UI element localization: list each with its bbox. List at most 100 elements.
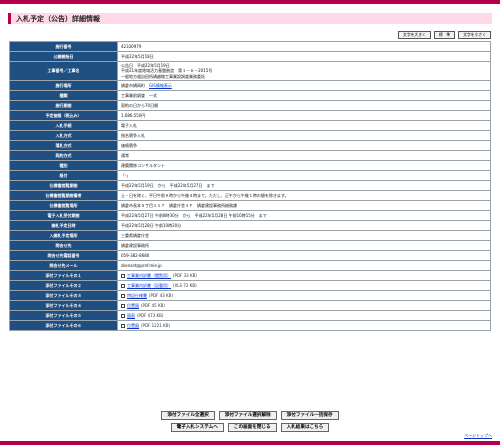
attachment-size: (PDF 43 KB) xyxy=(149,292,173,298)
font-size-large-button[interactable]: 文字を大きく xyxy=(398,31,431,39)
value-text: 鍋倉建設事務所 xyxy=(121,242,149,248)
navigation-button-row: 電子入札システムへ この画面を閉じる 入札結果はこちら xyxy=(0,423,500,432)
row-label: 工事番号／工事名 xyxy=(9,61,118,81)
row-label: 添付ファイルその５ xyxy=(9,310,118,321)
row-label: 開札予定日時 xyxy=(9,220,118,231)
attachment-link[interactable]: 工事業内訳書（閲覧用） xyxy=(127,273,171,278)
row-value: 位置図 (PDF 45 KB) xyxy=(117,300,491,311)
row-label: 仕様書閲覧場所 xyxy=(9,200,118,211)
attachment-checkbox[interactable] xyxy=(121,323,125,328)
attachment-link[interactable]: 位置図 xyxy=(127,303,139,308)
attachment-link[interactable]: 図面 xyxy=(127,313,135,318)
gis-info-link[interactable]: GIS情報表示 xyxy=(149,83,172,88)
row-label: 入札手続 xyxy=(9,120,118,131)
row-value: 契約の日から70日間 xyxy=(117,100,491,111)
row-label: 格付 xyxy=(9,170,118,181)
close-screen-button[interactable]: この画面を閉じる xyxy=(227,423,277,432)
value-text: 鍋倉市長本５丁目１１７ 鍋倉庁舎３Ｆ 鍋倉建設事務所総務課 xyxy=(121,202,237,208)
value-text: 指名競争入札 xyxy=(121,132,145,138)
row-value: 価格競争 xyxy=(117,140,491,151)
row-label: 問合せ先メール xyxy=(9,260,118,271)
row-value: 鍋倉市長本５丁目１１７ 鍋倉庁舎３Ｆ 鍋倉建設事務所総務課 xyxy=(117,200,491,211)
detail-row: 入札方式 指名競争入札 xyxy=(9,130,491,141)
value-text: 平成22年5月28日 午前10時20分 xyxy=(121,222,182,228)
value-text: 工事業前調査 一式 xyxy=(121,92,157,98)
page-title-bar: 入札予定（公告）詳細情報 xyxy=(8,13,492,24)
row-label: 問合せ先 xyxy=(9,240,118,251)
value-text: 三重県鍋倉庁舎 xyxy=(121,232,149,238)
detail-row: 種別 建築関係コンサルタント xyxy=(9,160,491,171)
select-all-attachments-button[interactable]: 添付ファイル全選択 xyxy=(161,411,215,420)
row-value: 公告日 平成22年5月19日 平成21年度地域活力基盤創造 第１－６－2015号一… xyxy=(117,61,491,81)
row-label: 仕様書閲覧期間 xyxy=(9,180,118,191)
detail-row: 格付 「-」 xyxy=(9,170,491,181)
row-value: 工事業前調査 一式 xyxy=(117,90,491,101)
deselect-attachments-button[interactable]: 添付ファイル選択解除 xyxy=(218,411,277,420)
detail-row: 添付ファイルその４ 位置図 (PDF 45 KB) xyxy=(9,300,491,311)
detail-row: 添付ファイルその３ 特記仕様書 (PDF 43 KB) xyxy=(9,290,491,301)
row-value: 平成22年5月27日 午前8時30分 から 平成22年5月28日 午前10時15… xyxy=(117,210,491,221)
row-value: 059-382-8680 xyxy=(117,250,491,261)
value-text: 契約の日から70日間 xyxy=(121,102,159,108)
detail-table: 施行番号 42330979 公開開始日 平成22年5月18日 工事番号／工事名 公告日 平… xyxy=(9,41,491,331)
detail-row: 入開札予定場所 三重県鍋倉庁舎 xyxy=(9,230,491,241)
value-text: 1,686,550円 xyxy=(121,112,146,118)
row-label: 種別 xyxy=(9,160,118,171)
row-value: 三重県鍋倉庁舎 xyxy=(117,230,491,241)
attachment-size: (PDF 473 KB) xyxy=(137,312,164,318)
row-label: 添付ファイルその１ xyxy=(9,270,118,281)
row-label: 問合せ先電話番号 xyxy=(9,250,118,261)
row-value: 建築関係コンサルタント xyxy=(117,160,491,171)
attachment-button-row: 添付ファイル全選択 添付ファイル選択解除 添付ファイル一括保存 xyxy=(0,411,500,420)
page-top-link[interactable]: ページトップへ xyxy=(464,433,492,439)
row-value: 土・日を除く、平日午前９時から午後４時まで。ただし、正午から午後１時の間を除きま… xyxy=(117,190,491,201)
attachment-checkbox[interactable] xyxy=(121,313,125,318)
font-size-small-button[interactable]: 文字を小さく xyxy=(458,31,491,39)
detail-row: 施行場所 鍋倉市鍋岡町 GIS情報表示 xyxy=(9,80,491,91)
value-text: 平成22年5月19日 から 平成22年5月27日 まで xyxy=(121,182,215,188)
row-label: 入札方式 xyxy=(9,130,118,141)
row-value: 平成22年5月19日 から 平成22年5月27日 まで xyxy=(117,180,491,191)
font-size-standard-button[interactable]: 標 準 xyxy=(433,31,456,39)
attachment-size: (XLS 72 KB) xyxy=(173,282,197,288)
value-text: 土・日を除く、平日午前９時から午後４時まで。ただし、正午から午後１時の間を除きま… xyxy=(121,192,289,198)
bid-results-button[interactable]: 入札結果はこちら xyxy=(280,423,330,432)
detail-row: 添付ファイルその５ 図面 (PDF 473 KB) xyxy=(9,310,491,321)
save-all-attachments-button[interactable]: 添付ファイル一括保存 xyxy=(280,411,339,420)
detail-row: 入札手続 電子入札 xyxy=(9,120,491,131)
row-label: 予定価格（税込み） xyxy=(9,110,118,121)
row-label: 添付ファイルその６ xyxy=(9,320,118,331)
attachment-link[interactable]: 工事業内訳書（記載用） xyxy=(127,283,171,288)
row-label: 添付ファイルその３ xyxy=(9,290,118,301)
detail-row: 仕様書閲覧場所 鍋倉市長本５丁目１１７ 鍋倉庁舎３Ｆ 鍋倉建設事務所総務課 xyxy=(9,200,491,211)
row-value: 位置図 (PDF 1221 KB) xyxy=(117,320,491,331)
detail-row: 問合せ先電話番号 059-382-8680 xyxy=(9,250,491,261)
detail-row: 電子入札受付期間 平成22年5月27日 午前8時30分 から 平成22年5月28日… xyxy=(9,210,491,221)
attachment-checkbox[interactable] xyxy=(121,303,125,308)
attachment-checkbox[interactable] xyxy=(121,283,125,288)
value-text: 価格競争 xyxy=(121,142,137,148)
row-label: 仕様書閲覧期間備考 xyxy=(9,190,118,201)
attachment-link[interactable]: 特記仕様書 xyxy=(127,293,147,298)
row-value: 42330979 xyxy=(117,41,491,52)
detail-row: 添付ファイルその１ 工事業内訳書（閲覧用） (PDF 33 KB) xyxy=(9,270,491,281)
detail-row: 添付ファイルその６ 位置図 (PDF 1221 KB) xyxy=(9,320,491,331)
value-text: 059-382-8680 xyxy=(121,253,150,258)
detail-row: 契約方式 通常 xyxy=(9,150,491,161)
value-text: 42330979 xyxy=(121,44,142,49)
row-value: 1,686,550円 xyxy=(117,110,491,121)
attachment-link[interactable]: 位置図 xyxy=(127,323,139,328)
detail-row: 工事番号／工事名 公告日 平成22年5月19日 平成21年度地域活力基盤創造 第１－… xyxy=(9,61,491,81)
detail-row: 公開開始日 平成22年5月18日 xyxy=(9,51,491,62)
row-label: 電子入札受付期間 xyxy=(9,210,118,221)
row-label: 施行期間 xyxy=(9,100,118,111)
attachment-checkbox[interactable] xyxy=(121,293,125,298)
attachment-checkbox[interactable] xyxy=(121,273,125,278)
row-label: 添付ファイルその４ xyxy=(9,300,118,311)
row-label: 落札方式 xyxy=(9,140,118,151)
row-label: 添付ファイルその２ xyxy=(9,280,118,291)
value-line: 一般地方道自田所鍋越線工事業設調査業務委託 xyxy=(121,73,205,79)
e-bidding-system-button[interactable]: 電子入札システムへ xyxy=(170,423,224,432)
detail-row: 開札予定日時 平成22年5月28日 午前10時20分 xyxy=(9,220,491,231)
detail-row: 予定価格（税込み） 1,686,550円 xyxy=(9,110,491,121)
